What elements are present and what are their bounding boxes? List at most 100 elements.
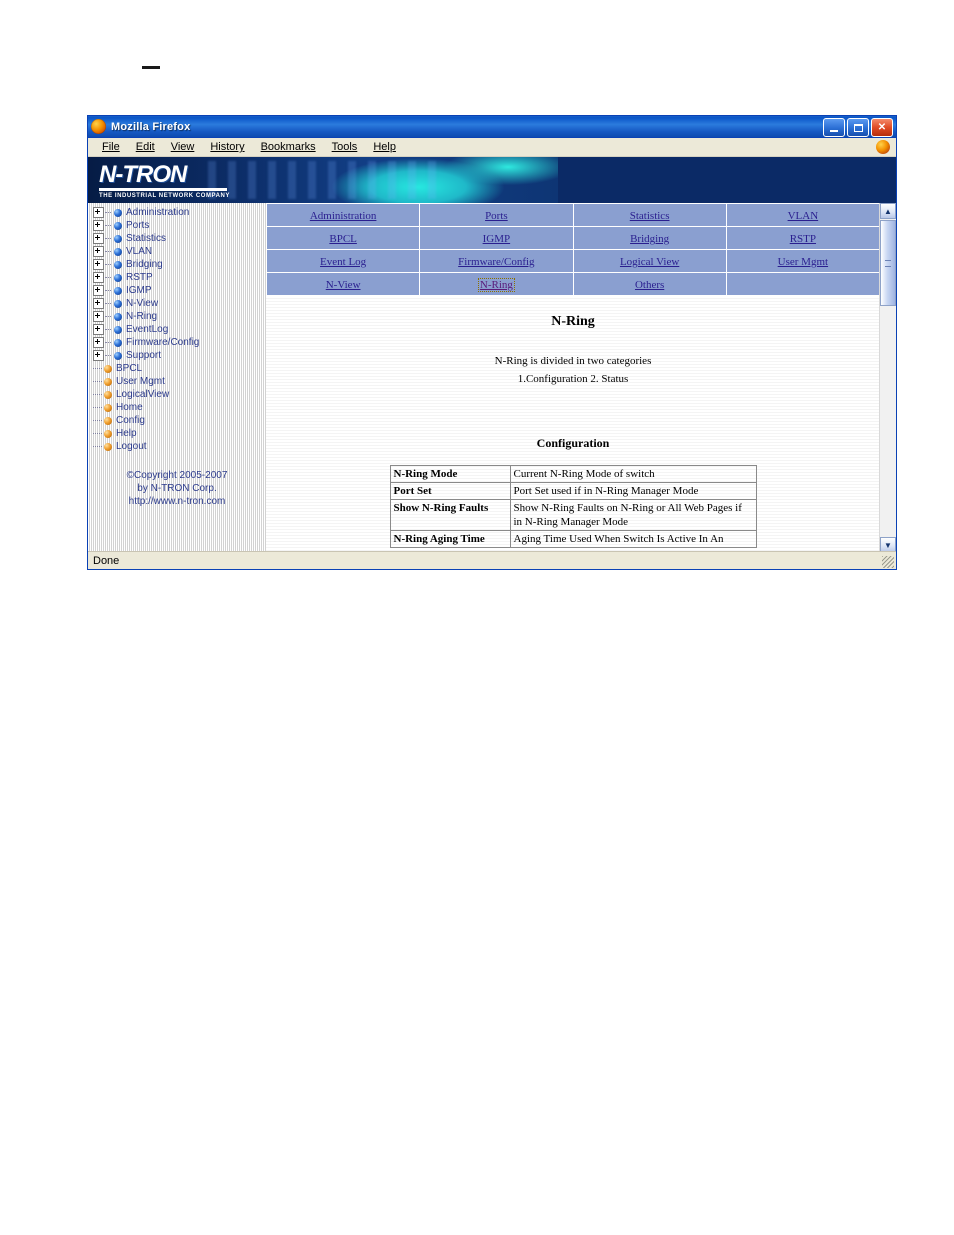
tree-connector [93, 419, 102, 422]
nav-link-user-mgmt[interactable]: User Mgmt [778, 256, 828, 268]
nav-link-logical-view[interactable]: Logical View [620, 256, 679, 268]
firefox-menubar-logo-icon[interactable] [876, 140, 890, 154]
sidebar-item-eventlog[interactable]: EventLog [91, 323, 266, 336]
nav-cell[interactable]: IGMP [419, 226, 574, 250]
nav-cell[interactable]: Others [572, 272, 727, 296]
sidebar-item-bridging[interactable]: Bridging [91, 258, 266, 271]
blue-bullet-icon [114, 299, 122, 308]
expand-plus-icon[interactable] [93, 207, 104, 218]
nav-link-rstp[interactable]: RSTP [790, 233, 816, 245]
nav-cell[interactable]: VLAN [725, 203, 881, 227]
nav-cell[interactable]: Ports [419, 203, 574, 227]
nav-link-firmware-config[interactable]: Firmware/Config [458, 256, 534, 268]
tree-connector [105, 289, 111, 292]
blue-bullet-icon [114, 325, 122, 334]
nav-cell[interactable]: RSTP [725, 226, 881, 250]
sidebar-item-config[interactable]: Config [91, 414, 266, 427]
sidebar-item-label: VLAN [126, 246, 153, 257]
minimize-button[interactable] [823, 118, 845, 137]
blue-bullet-icon [114, 234, 122, 243]
sidebar-item-logicalview[interactable]: LogicalView [91, 388, 266, 401]
nav-cell[interactable]: N-Ring [419, 272, 574, 296]
copyright-line-1: ©Copyright 2005-2007 [126, 470, 228, 481]
expand-plus-icon[interactable] [93, 337, 104, 348]
expand-plus-icon[interactable] [93, 259, 104, 270]
sidebar-item-rstp[interactable]: RSTP [91, 271, 266, 284]
menu-file[interactable]: File [94, 140, 128, 154]
copyright-line-2: by N-TRON Corp. [137, 483, 217, 494]
sidebar-item-igmp[interactable]: IGMP [91, 284, 266, 297]
menu-tools[interactable]: Tools [324, 140, 366, 154]
sidebar-item-home[interactable]: Home [91, 401, 266, 414]
nav-link-bridging[interactable]: Bridging [630, 233, 669, 245]
sidebar-item-logout[interactable]: Logout [91, 440, 266, 453]
browser-viewport: N-TRON THE INDUSTRIAL NETWORK COMPANY Ad… [88, 157, 896, 553]
menu-history[interactable]: History [202, 140, 252, 154]
menu-help[interactable]: Help [365, 140, 404, 154]
close-button[interactable]: ✕ [871, 118, 893, 137]
sidebar-item-firmware-config[interactable]: Firmware/Config [91, 336, 266, 349]
sidebar-item-vlan[interactable]: VLAN [91, 245, 266, 258]
page-intro: N-Ring is divided in two categories 1.Co… [266, 352, 880, 388]
resize-grip-icon[interactable] [882, 556, 894, 568]
nav-link-event-log[interactable]: Event Log [320, 256, 366, 268]
expand-plus-icon[interactable] [93, 324, 104, 335]
sidebar-item-support[interactable]: Support [91, 349, 266, 362]
section-title-configuration: Configuration [536, 436, 610, 450]
expand-plus-icon[interactable] [93, 350, 104, 361]
scrollbar-thumb[interactable] [880, 220, 896, 306]
nav-cell[interactable]: Logical View [572, 249, 727, 273]
expand-plus-icon[interactable] [93, 233, 104, 244]
nav-link-n-ring[interactable]: N-Ring [477, 278, 515, 292]
nav-cell[interactable]: Administration [266, 203, 421, 227]
sidebar-item-n-view[interactable]: N-View [91, 297, 266, 310]
nav-link-others[interactable]: Others [635, 279, 664, 291]
expand-plus-icon[interactable] [93, 246, 104, 257]
nav-link-administration[interactable]: Administration [310, 210, 377, 222]
expand-plus-icon[interactable] [93, 311, 104, 322]
sidebar-item-ports[interactable]: Ports [91, 219, 266, 232]
nav-cell[interactable]: User Mgmt [725, 249, 881, 273]
minimize-icon [830, 129, 838, 132]
sidebar-item-help[interactable]: Help [91, 427, 266, 440]
sidebar-item-user-mgmt[interactable]: User Mgmt [91, 375, 266, 388]
blue-bullet-icon [114, 312, 122, 321]
nav-cell[interactable]: Event Log [266, 249, 421, 273]
menu-bookmarks[interactable]: Bookmarks [253, 140, 324, 154]
menu-view[interactable]: View [163, 140, 203, 154]
copyright-url[interactable]: http://www.n-tron.com [88, 495, 266, 508]
expand-plus-icon[interactable] [93, 285, 104, 296]
menu-edit[interactable]: Edit [128, 140, 163, 154]
expand-plus-icon[interactable] [93, 220, 104, 231]
sidebar-item-administration[interactable]: Administration [91, 206, 266, 219]
config-value: Aging Time Used When Switch Is Active In… [509, 530, 757, 548]
page-top-dash-mark [142, 66, 160, 69]
orange-bullet-icon [104, 442, 112, 451]
intro-line-1: N-Ring is divided in two categories [494, 355, 652, 367]
tree-connector [93, 406, 102, 409]
expand-plus-icon[interactable] [93, 272, 104, 283]
nav-link-vlan[interactable]: VLAN [788, 210, 819, 222]
nav-cell[interactable]: Statistics [572, 203, 727, 227]
sidebar-item-bpcl[interactable]: BPCL [91, 362, 266, 375]
sidebar-item-statistics[interactable]: Statistics [91, 232, 266, 245]
expand-plus-icon[interactable] [93, 298, 104, 309]
nav-cell[interactable]: BPCL [266, 226, 421, 250]
sidebar-item-label: Ports [126, 220, 150, 231]
sidebar-item-label: Config [116, 415, 145, 426]
sidebar-item-n-ring[interactable]: N-Ring [91, 310, 266, 323]
nav-link-n-view[interactable]: N-View [326, 279, 361, 291]
document-body: N-Ring N-Ring is divided in two categori… [266, 296, 880, 548]
nav-link-igmp[interactable]: IGMP [483, 233, 511, 245]
content-vertical-scrollbar[interactable]: ▲ ▼ [879, 203, 896, 553]
nav-link-statistics[interactable]: Statistics [630, 210, 670, 222]
maximize-button[interactable] [847, 118, 869, 137]
nav-link-ports[interactable]: Ports [485, 210, 508, 222]
blue-bullet-icon [114, 247, 122, 256]
nav-cell[interactable]: N-View [266, 272, 421, 296]
scroll-up-button[interactable]: ▲ [880, 203, 896, 219]
content-scroll-area: Administration Ports Statistics VLAN BPCL IGM… [266, 203, 881, 553]
nav-cell[interactable]: Bridging [572, 226, 727, 250]
nav-link-bpcl[interactable]: BPCL [329, 233, 357, 245]
nav-cell[interactable]: Firmware/Config [419, 249, 574, 273]
